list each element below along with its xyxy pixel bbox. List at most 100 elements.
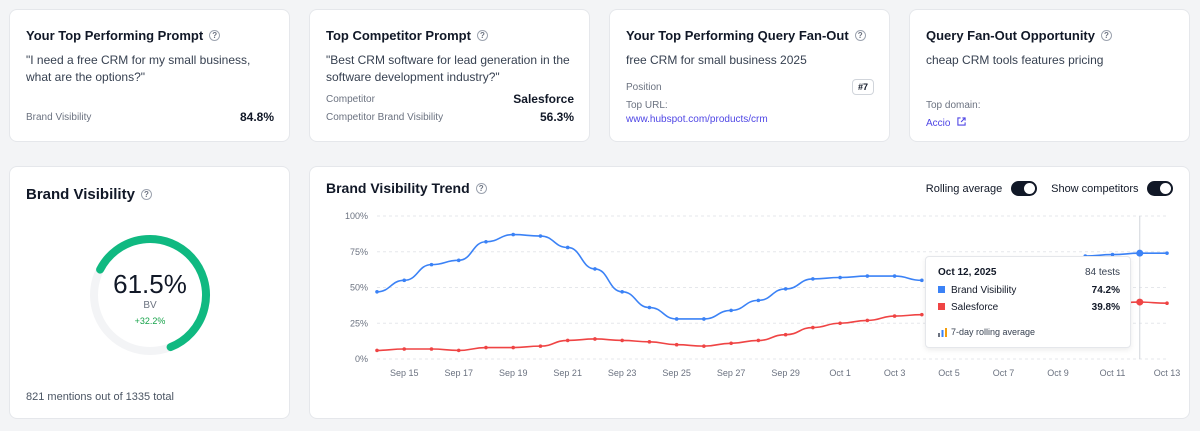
data-point [702, 317, 706, 321]
data-point [593, 337, 597, 341]
data-point [1165, 301, 1169, 306]
data-point [375, 289, 379, 294]
data-point [838, 275, 842, 280]
data-point [375, 348, 379, 353]
visibility-change: +32.2% [134, 316, 166, 326]
card-title: Query Fan-Out Opportunity [926, 28, 1095, 43]
data-point [456, 348, 461, 353]
data-point [838, 321, 842, 326]
data-point [729, 308, 733, 313]
data-point [674, 342, 679, 347]
position-badge: #7 [851, 79, 874, 95]
y-tick-label: 0% [355, 354, 368, 364]
x-tick-label: Sep 29 [771, 368, 800, 378]
card-title: Your Top Performing Prompt [26, 28, 204, 43]
x-tick-label: Sep 25 [662, 368, 691, 378]
metric-value: 84.8% [239, 110, 274, 124]
external-link-icon[interactable] [957, 117, 966, 126]
card-title: Your Top Performing Query Fan-Out [626, 28, 849, 43]
rolling-average-toggle[interactable] [1010, 181, 1037, 197]
data-point [484, 239, 488, 244]
data-point [511, 232, 516, 237]
competitor-label: Competitor [326, 93, 375, 105]
data-point [865, 274, 870, 278]
tooltip-tests: 84 tests [1084, 267, 1120, 278]
data-point [811, 277, 815, 281]
data-point [538, 344, 543, 348]
data-point [565, 338, 570, 343]
show-competitors-toggle[interactable] [1147, 181, 1173, 197]
x-tick-label: Oct 7 [993, 368, 1015, 378]
metric-label: Brand Visibility [26, 111, 92, 123]
x-tick-label: Sep 19 [499, 368, 528, 378]
tooltip-note: 7-day rolling average [951, 327, 1036, 337]
brand-visibility-card: Brand Visibility? 61.5% BV +32.2% 821 me… [9, 166, 290, 419]
competitor-bv-value: 56.3% [539, 110, 574, 124]
data-point [593, 267, 597, 271]
tooltip-date: Oct 12, 2025 [938, 267, 997, 278]
query-text: free CRM for small business 2025 [626, 53, 807, 67]
competitor-prompt-card: Top Competitor Prompt? "Best CRM softwar… [309, 9, 590, 142]
x-tick-label: Sep 21 [553, 368, 582, 378]
data-point [756, 338, 761, 343]
card-title: Brand Visibility Trend [326, 180, 470, 196]
x-tick-label: Sep 17 [444, 368, 473, 378]
series-swatch [938, 286, 945, 293]
data-point [538, 234, 543, 238]
prompt-text: "Best CRM software for lead generation i… [326, 53, 570, 84]
top-url-link[interactable]: www.hubspot.com/products/crm [626, 114, 768, 125]
x-tick-label: Oct 13 [1154, 368, 1181, 378]
tooltip-series-value: 74.2% [1091, 285, 1120, 296]
series-swatch [938, 303, 945, 310]
x-tick-label: Oct 3 [884, 368, 906, 378]
data-point [620, 289, 624, 294]
top-domain-link[interactable]: Accio [926, 118, 950, 129]
x-tick-label: Oct 11 [1100, 368, 1126, 378]
x-tick-label: Oct 5 [938, 368, 960, 378]
help-icon[interactable]: ? [476, 30, 488, 42]
help-icon[interactable]: ? [140, 189, 152, 201]
show-competitors-label: Show competitors [1051, 182, 1139, 195]
data-point [647, 340, 652, 344]
data-point [674, 317, 679, 321]
data-point [484, 345, 488, 350]
tooltip-series-value: 39.8% [1091, 302, 1120, 313]
x-tick-label: Sep 15 [390, 368, 419, 378]
visibility-value: 61.5% [113, 269, 187, 299]
trend-card: Brand Visibility Trend? Rolling average … [309, 166, 1190, 419]
data-point [1136, 298, 1144, 306]
x-tick-label: Sep 27 [717, 368, 746, 378]
data-point [1165, 251, 1169, 255]
data-point [756, 298, 761, 303]
y-tick-label: 50% [350, 283, 368, 293]
data-point [456, 258, 461, 263]
visibility-sub-label: BV [143, 300, 157, 311]
help-icon[interactable]: ? [1101, 30, 1112, 42]
help-icon[interactable]: ? [475, 183, 487, 195]
mentions-footer: 821 mentions out of 1335 total [26, 391, 174, 403]
fanout-card: Your Top Performing Query Fan-Out? free … [609, 9, 890, 142]
data-point [429, 347, 434, 351]
help-icon[interactable]: ? [854, 30, 866, 42]
prompt-text: "I need a free CRM for my small business… [26, 53, 251, 84]
help-icon[interactable]: ? [209, 30, 221, 42]
competitor-value: Salesforce [513, 92, 574, 106]
chart-tooltip: Oct 12, 2025 84 tests Brand Visibility 7… [925, 256, 1131, 348]
data-point [920, 278, 924, 283]
data-point [865, 318, 870, 323]
data-point [729, 341, 733, 346]
query-text: cheap CRM tools features pricing [926, 53, 1104, 67]
x-tick-label: Oct 1 [829, 368, 851, 378]
card-title: Top Competitor Prompt [326, 28, 471, 43]
domain-label: Top domain: [926, 100, 981, 111]
data-point [511, 345, 516, 350]
x-tick-label: Sep 23 [608, 368, 637, 378]
opportunity-card: Query Fan-Out Opportunity? cheap CRM too… [909, 9, 1190, 142]
data-point [892, 314, 897, 318]
card-title: Brand Visibility [26, 186, 135, 203]
data-point [920, 312, 924, 317]
data-point [783, 287, 788, 291]
data-point [620, 338, 624, 343]
data-point [811, 325, 815, 330]
data-point [647, 305, 652, 310]
